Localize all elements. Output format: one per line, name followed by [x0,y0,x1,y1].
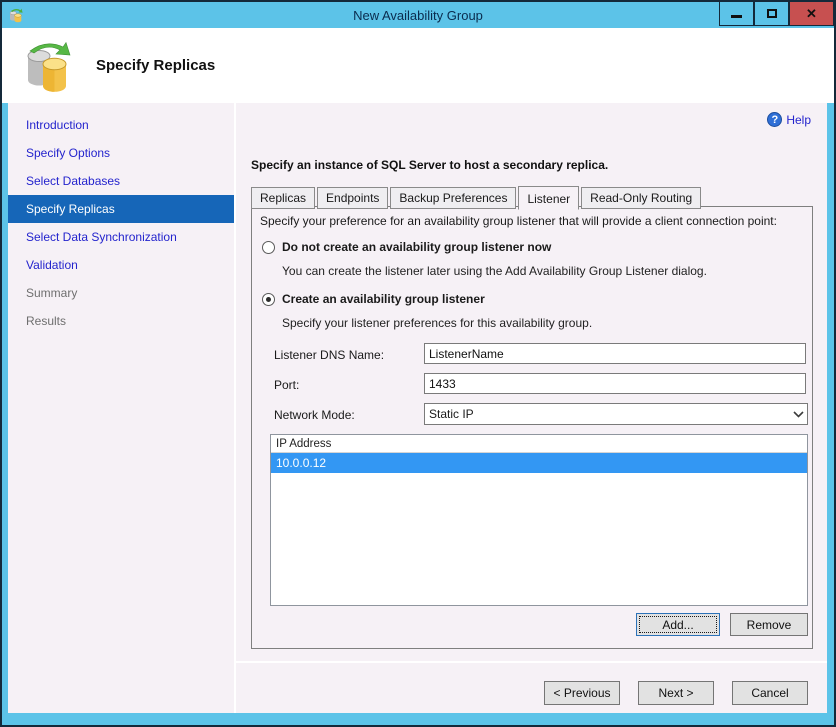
minimize-button[interactable] [719,2,754,26]
sidebar-item-validation[interactable]: Validation [8,251,234,279]
listener-instruction: Specify your preference for an availabil… [260,214,777,228]
window-frame: Introduction Specify Options Select Data… [4,103,832,723]
sidebar-item-select-data-synchronization[interactable]: Select Data Synchronization [8,223,234,251]
radio-create-listener-label[interactable]: Create an availability group listener [282,292,485,306]
cancel-button[interactable]: Cancel [732,681,808,705]
footer-divider [236,661,827,663]
replicas-database-icon [27,41,71,92]
main-content: ? Help Specify an instance of SQL Server… [236,103,827,713]
tab-endpoints[interactable]: Endpoints [317,187,389,209]
wizard-body: Introduction Specify Options Select Data… [8,103,827,713]
remove-button[interactable]: Remove [730,613,808,636]
title-bar: New Availability Group ✕ [2,2,834,28]
radio-create-listener-description: Specify your listener preferences for th… [282,316,593,330]
close-icon: ✕ [806,5,817,21]
ip-address-column-header[interactable]: IP Address [271,435,807,453]
wizard-steps-sidebar: Introduction Specify Options Select Data… [8,103,234,713]
listener-dns-name-label: Listener DNS Name: [274,348,385,362]
sidebar-item-select-databases[interactable]: Select Databases [8,167,234,195]
sidebar-item-results: Results [26,314,67,328]
tab-read-only-routing[interactable]: Read-Only Routing [581,187,702,209]
help-label: Help [786,112,811,127]
wizard-header: Specify Replicas [2,28,834,103]
window-title: New Availability Group [353,7,483,23]
radio-create-listener[interactable] [262,293,275,306]
sidebar-item-specify-replicas[interactable]: Specify Replicas [8,195,234,223]
network-mode-label: Network Mode: [274,408,355,422]
network-mode-select[interactable]: Static IP [424,403,808,425]
radio-no-listener-description: You can create the listener later using … [282,264,707,278]
chevron-down-icon [789,410,807,418]
port-input[interactable] [424,373,806,394]
ip-address-table: IP Address 10.0.0.12 [270,434,808,606]
radio-no-listener-label[interactable]: Do not create an availability group list… [282,240,551,254]
listener-tab-panel: Specify your preference for an availabil… [251,206,813,649]
page-title: Specify Replicas [96,57,216,74]
radio-no-listener[interactable] [262,241,275,254]
tab-backup-preferences[interactable]: Backup Preferences [390,187,517,209]
maximize-button[interactable] [754,2,789,26]
ip-address-row[interactable]: 10.0.0.12 [271,453,807,473]
new-availability-group-window: New Availability Group ✕ Specify Replica… [0,0,836,727]
tab-strip: Replicas Endpoints Backup Preferences Li… [251,186,703,210]
sidebar-item-specify-options[interactable]: Specify Options [8,139,234,167]
close-button[interactable]: ✕ [789,2,834,26]
window-controls: ✕ [719,2,834,26]
network-mode-value: Static IP [429,407,474,421]
page-instruction-heading: Specify an instance of SQL Server to hos… [251,158,609,172]
tab-replicas[interactable]: Replicas [251,187,316,209]
next-button[interactable]: Next > [638,681,714,705]
sidebar-item-summary: Summary [26,286,78,300]
add-button[interactable]: Add... [636,613,720,636]
sidebar-item-introduction[interactable]: Introduction [8,111,234,139]
help-icon: ? [767,112,783,127]
port-label: Port: [274,378,300,392]
minimize-icon [731,15,742,18]
help-link[interactable]: ? Help [767,112,811,127]
previous-button[interactable]: < Previous [544,681,620,705]
listener-dns-name-input[interactable] [424,343,806,364]
maximize-icon [766,9,777,18]
tab-listener[interactable]: Listener [518,186,580,210]
